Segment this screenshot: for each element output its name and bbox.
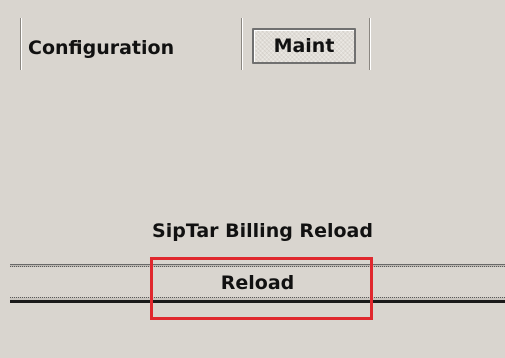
tab-separator <box>20 18 22 70</box>
tab-separator <box>241 18 243 70</box>
tab-strip: Configuration Maint <box>0 0 505 80</box>
section-title: SipTar Billing Reload <box>152 220 373 242</box>
tab-maint[interactable]: Maint <box>252 28 356 64</box>
tab-configuration[interactable]: Configuration <box>28 35 174 61</box>
reload-button-label: Reload <box>220 272 295 294</box>
button-bottom-edge <box>10 297 505 303</box>
tab-separator <box>369 18 371 70</box>
button-top-edge <box>10 264 505 267</box>
reload-button[interactable]: Reload <box>10 264 505 310</box>
